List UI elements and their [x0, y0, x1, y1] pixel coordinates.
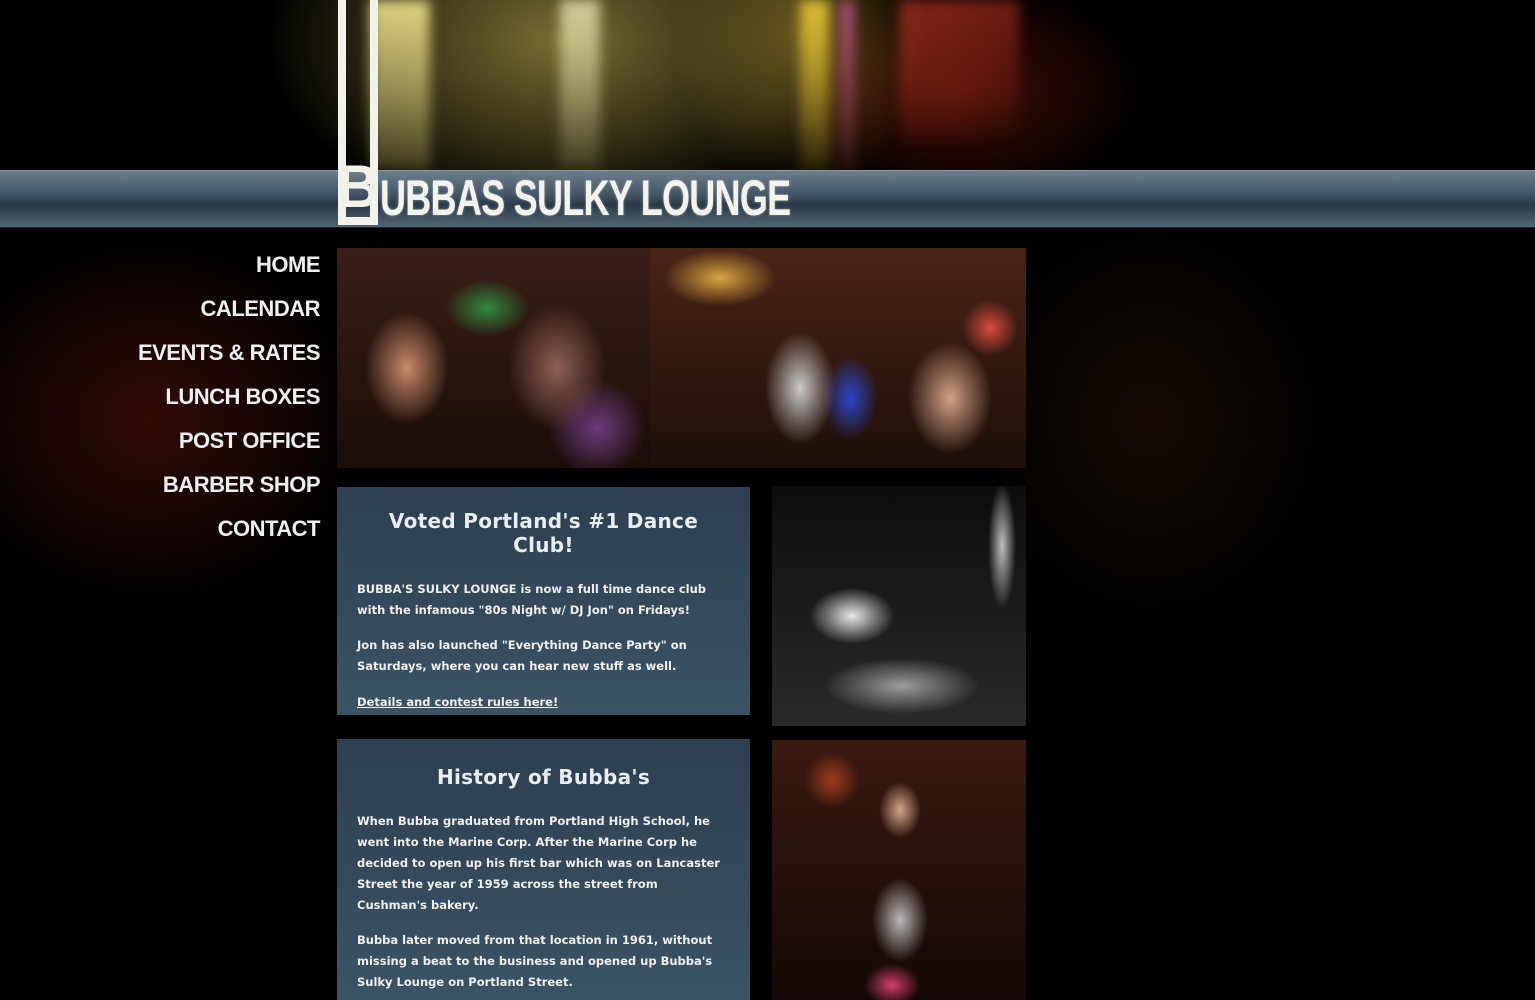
history-title: History of Bubba's [436, 765, 651, 789]
details-link[interactable]: Details and contest rules here! [357, 695, 558, 709]
history-text-1: When Bubba graduated from Portland High … [357, 814, 720, 912]
site-logo[interactable]: B UBBAS SULKY LOUNGE [336, 0, 950, 226]
dancer-photo [772, 740, 1026, 1000]
history-text-2: Bubba later moved from that location in … [357, 933, 713, 989]
nav-contact[interactable]: CONTACT [0, 509, 321, 553]
dance-club-panel: Voted Portland's #1 Dance Club! BUBBA'S … [337, 487, 750, 715]
logo-text: UBBAS SULKY LOUNGE [380, 170, 791, 226]
dance-club-text-2: Jon has also launched "Everything Dance … [357, 638, 687, 673]
history-panel: History of Bubba's When Bubba graduated … [337, 739, 750, 1000]
dance-club-text-1: BUBBA'S SULKY LOUNGE is now a full time … [357, 582, 707, 617]
nav-barber-shop[interactable]: BARBER SHOP [0, 465, 321, 509]
dance-club-title: Voted Portland's #1 Dance Club! [388, 509, 699, 557]
logo-initial: B [336, 0, 380, 225]
main-nav: HOME CALENDAR EVENTS & RATES LUNCH BOXES… [0, 245, 321, 553]
nav-home[interactable]: HOME [0, 245, 321, 289]
vintage-car-photo [772, 486, 1026, 726]
nav-lunch-boxes[interactable]: LUNCH BOXES [0, 377, 320, 421]
nav-post-office[interactable]: POST OFFICE [0, 421, 321, 465]
dance-crowd-photo [337, 248, 667, 468]
party-crowd-photo [650, 248, 1026, 468]
nav-events-rates[interactable]: EVENTS & RATES [0, 333, 321, 377]
nav-calendar[interactable]: CALENDAR [0, 289, 321, 333]
